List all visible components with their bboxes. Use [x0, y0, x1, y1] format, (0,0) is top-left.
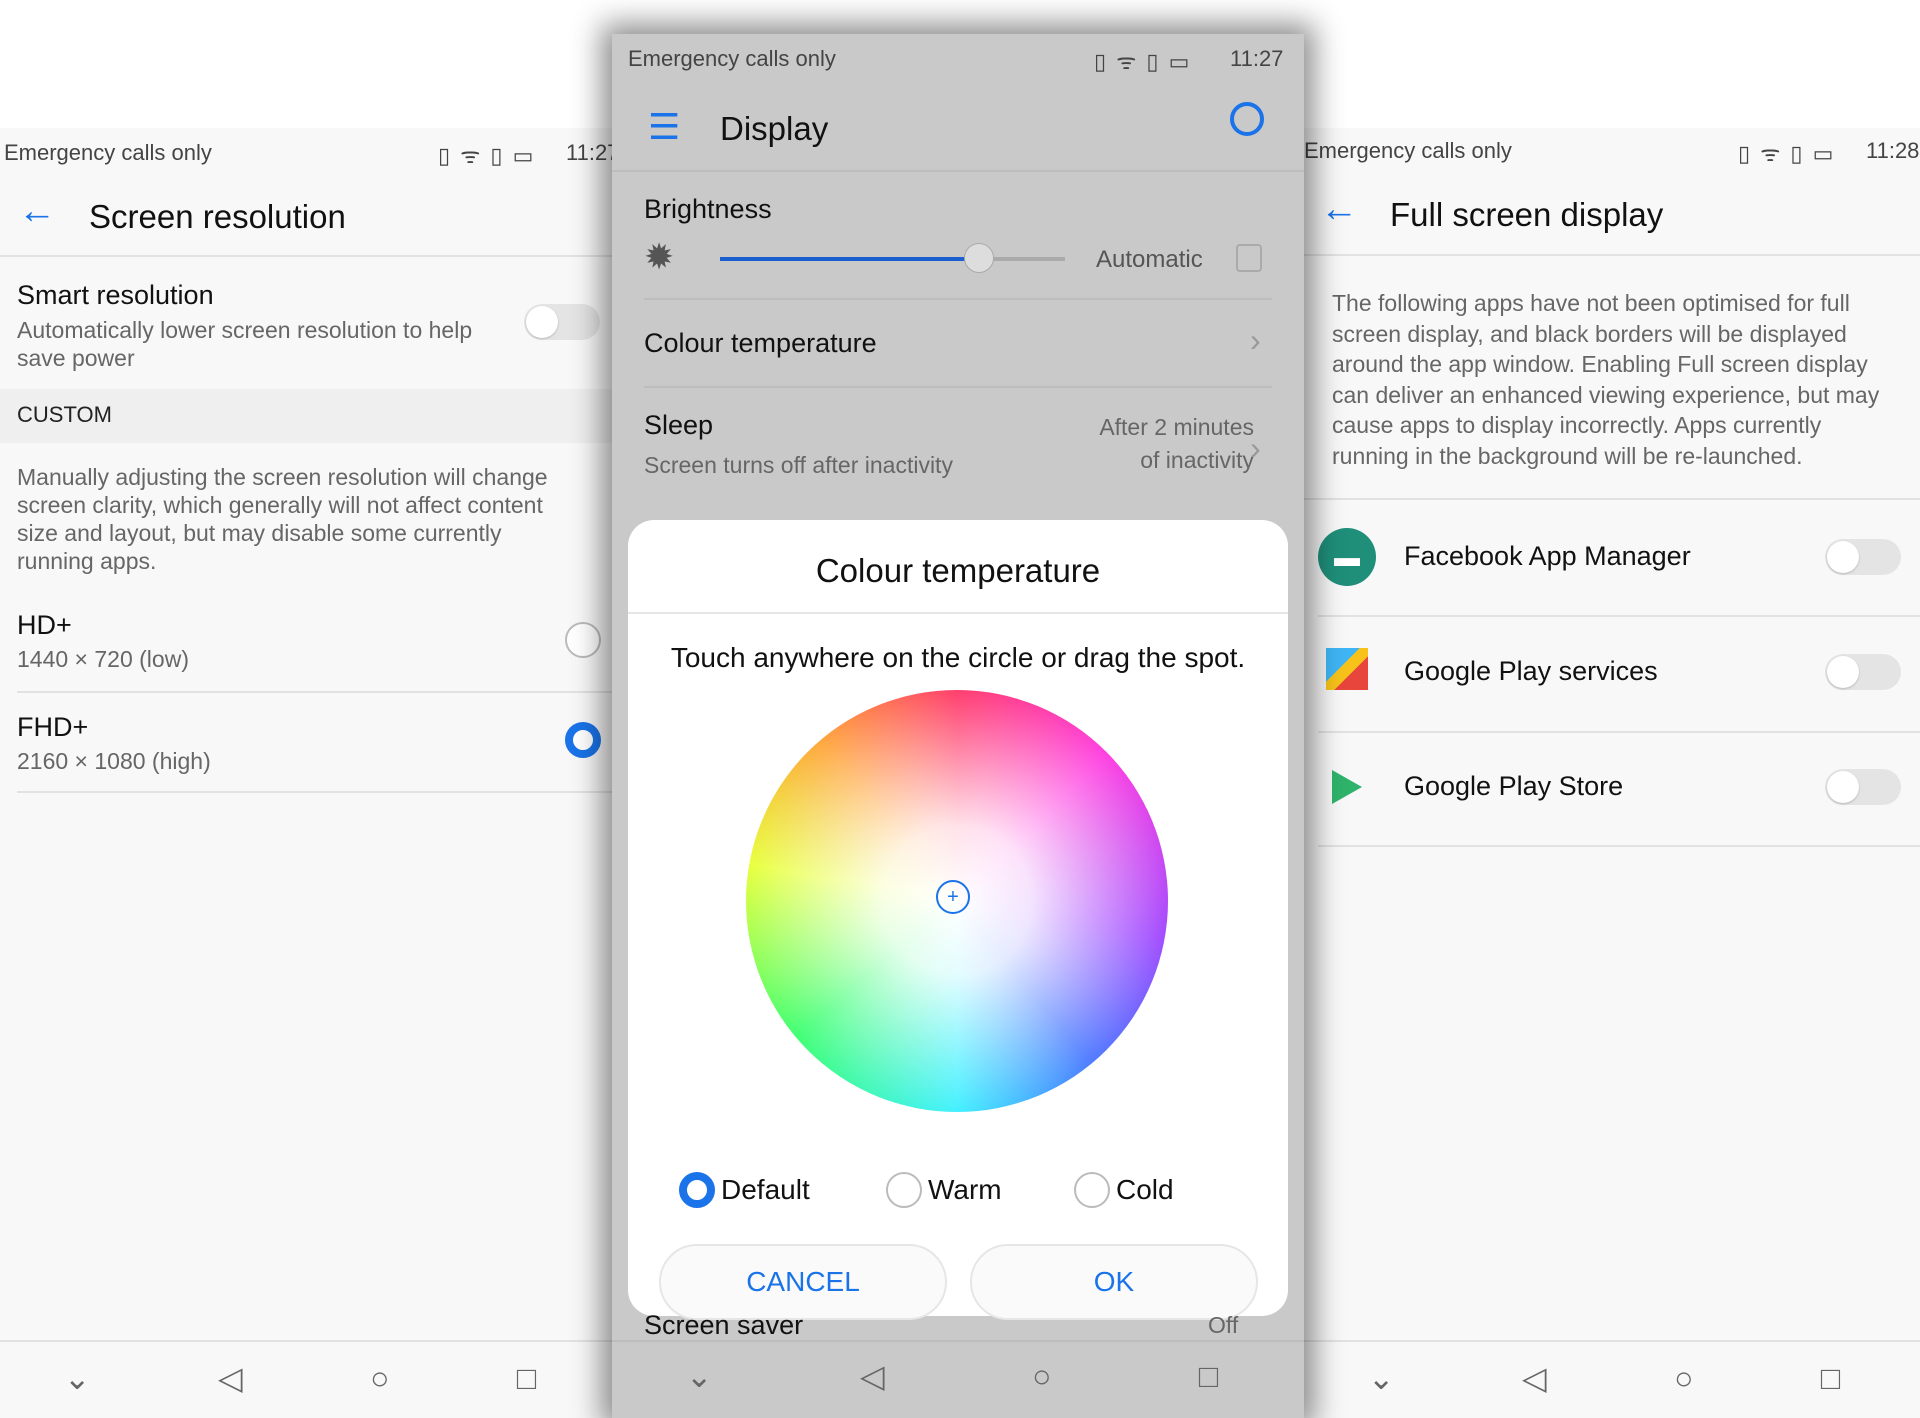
default-label: Default — [721, 1174, 810, 1205]
warm-label: Warm — [928, 1174, 1002, 1205]
chevron-right-icon: › — [1250, 430, 1261, 466]
colour-temperature-item[interactable]: Colour temperature — [644, 328, 877, 359]
page-title: Full screen display — [1390, 196, 1664, 233]
status-carrier: Emergency calls only — [628, 46, 836, 71]
sleep-value: After 2 minutes of inactivity — [1099, 414, 1254, 473]
app-name: Facebook App Manager — [1404, 541, 1691, 571]
colour-spot-handle[interactable]: + — [936, 880, 970, 914]
recents-icon[interactable]: □ — [1199, 1358, 1218, 1395]
page-title: Display — [720, 110, 829, 147]
back-icon[interactable]: ◁ — [1522, 1359, 1547, 1397]
home-icon[interactable]: ○ — [1032, 1358, 1051, 1395]
search-icon[interactable] — [1230, 102, 1264, 136]
android-app-icon: ▬ — [1318, 528, 1376, 586]
sleep-desc: Screen turns off after inactivity — [644, 452, 953, 478]
screen-saver-value: Off — [1208, 1312, 1239, 1338]
chevron-right-icon: › — [1250, 322, 1261, 358]
back-arrow-icon[interactable]: ← — [18, 190, 56, 233]
back-arrow-icon[interactable]: ← — [1320, 188, 1358, 231]
home-icon[interactable]: ○ — [370, 1360, 389, 1397]
cold-label: Cold — [1116, 1174, 1174, 1205]
full-screen-desc: The following apps have not been optimis… — [1332, 290, 1880, 469]
option-fhd-detail: 2160 × 1080 (high) — [17, 748, 211, 774]
chevron-down-icon[interactable]: ⌄ — [1368, 1359, 1395, 1397]
colour-wheel[interactable]: + — [746, 690, 1168, 1112]
automatic-label: Automatic — [1096, 246, 1203, 273]
display-screen: Emergency calls only ▯ ᯤ ▯ ▭ 11:27 ☰ Dis… — [612, 34, 1304, 1418]
chevron-down-icon[interactable]: ⌄ — [686, 1357, 713, 1395]
nav-bar: ⌄ ◁ ○ □ — [1304, 1348, 1904, 1408]
cold-radio[interactable] — [1074, 1172, 1110, 1208]
status-time: 11:27 — [1230, 46, 1284, 71]
dialog-hint: Touch anywhere on the circle or drag the… — [670, 642, 1246, 673]
cancel-button[interactable]: CANCEL — [659, 1244, 947, 1320]
nav-bar: ⌄ ◁ ○ □ — [0, 1348, 600, 1408]
warm-radio[interactable] — [886, 1172, 922, 1208]
play-store-icon — [1332, 770, 1362, 804]
page-title: Screen resolution — [89, 198, 346, 235]
smart-resolution-toggle[interactable] — [524, 304, 600, 340]
dialog-title: Colour temperature — [815, 552, 1101, 589]
ok-button[interactable]: OK — [970, 1244, 1258, 1320]
back-icon[interactable]: ◁ — [860, 1357, 885, 1395]
option-hd-detail: 1440 × 720 (low) — [17, 646, 189, 672]
status-icons: ▯ ᯤ ▯ ▭ — [1738, 141, 1836, 166]
screen-resolution-screen: Emergency calls only ▯ ᯤ ▯ ▭ 11:27 ← Scr… — [0, 128, 612, 1418]
screen-saver-item[interactable]: Screen saver — [644, 1310, 803, 1341]
status-icons: ▯ ᯤ ▯ ▭ — [1094, 49, 1192, 74]
section-header: CUSTOM — [17, 402, 112, 427]
brightness-slider[interactable] — [720, 243, 1065, 273]
status-carrier: Emergency calls only — [1304, 138, 1512, 163]
back-icon[interactable]: ◁ — [218, 1359, 243, 1397]
chevron-down-icon[interactable]: ⌄ — [64, 1359, 91, 1397]
brightness-label: Brightness — [644, 194, 772, 224]
app-name: Google Play Store — [1404, 771, 1624, 801]
status-icons: ▯ ᯤ ▯ ▭ — [438, 143, 536, 168]
option-fhd-label: FHD+ — [17, 712, 89, 742]
status-time: 11:28 — [1866, 138, 1920, 163]
app-toggle[interactable] — [1825, 769, 1901, 805]
app-toggle[interactable] — [1825, 654, 1901, 690]
recents-icon[interactable]: □ — [1821, 1360, 1840, 1397]
custom-note: Manually adjusting the screen resolution… — [17, 464, 548, 574]
brightness-sun-icon: ✹ — [644, 236, 675, 277]
smart-resolution-label: Smart resolution — [17, 280, 214, 310]
smart-resolution-desc: Automatically lower screen resolution to… — [17, 317, 473, 371]
app-name: Google Play services — [1404, 656, 1658, 686]
automatic-checkbox[interactable] — [1236, 244, 1262, 272]
nav-bar: ⌄ ◁ ○ □ — [612, 1346, 1292, 1406]
home-icon[interactable]: ○ — [1674, 1360, 1693, 1397]
default-radio[interactable] — [679, 1172, 715, 1208]
option-hd-radio[interactable] — [565, 622, 601, 658]
option-fhd-radio[interactable] — [565, 722, 601, 758]
play-services-icon — [1326, 648, 1368, 690]
colour-temperature-dialog: Colour temperature Touch anywhere on the… — [628, 520, 1288, 1320]
full-screen-display-screen: Emergency calls only ▯ ᯤ ▯ ▭ 11:28 ← Ful… — [1304, 128, 1920, 1418]
app-toggle[interactable] — [1825, 539, 1901, 575]
status-carrier: Emergency calls only — [4, 140, 212, 165]
menu-icon[interactable]: ☰ — [648, 106, 680, 148]
status-time: 11:27 — [566, 140, 612, 165]
option-hd-label: HD+ — [17, 610, 72, 640]
recents-icon[interactable]: □ — [517, 1360, 536, 1397]
sleep-label[interactable]: Sleep — [644, 410, 713, 441]
